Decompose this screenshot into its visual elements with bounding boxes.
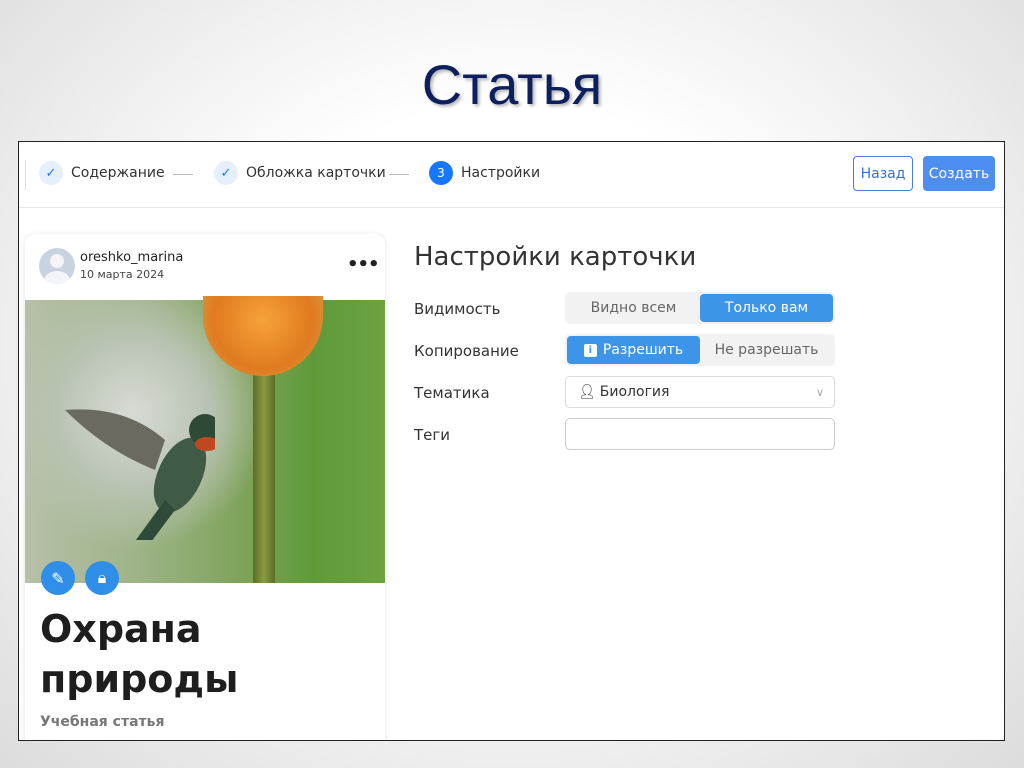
visibility-toggle: Видно всем Только вам [565,292,835,324]
copying-option-allow[interactable]: i Разрешить [567,336,700,364]
chevron-down-icon: ∨ [815,385,824,399]
step-cover[interactable]: ✓ Обложка карточки [214,161,386,185]
edit-pencil-icon[interactable]: ✎ [41,561,75,595]
topic-value: Биология [599,384,670,400]
hummingbird [65,409,215,540]
copying-label: Копирование [414,342,519,360]
more-options-icon[interactable]: ••• [347,254,380,275]
step-connector [173,174,193,175]
slide-title: Статья [421,53,603,116]
step-connector [389,174,409,175]
app-window: ✓ Содержание ✓ Обложка карточки 3 Настройки… [18,141,1005,741]
visibility-option-only-you[interactable]: Только вам [700,294,833,322]
option-label: Разрешить [602,342,684,358]
copying-option-deny[interactable]: Не разрешать [700,336,833,364]
check-icon: ✓ [39,161,63,185]
copying-toggle: i Разрешить Не разрешать [565,334,835,366]
tags-input[interactable] [565,418,835,450]
card-title-line: природы [40,657,239,701]
step-label: Содержание [71,165,165,181]
biology-icon: 👤︎ [578,384,596,400]
visibility-label: Видимость [414,300,501,318]
card-subtitle: Учебная статья [40,714,165,730]
check-icon: ✓ [214,161,238,185]
card-title: Охрана природы [40,604,238,704]
step-content[interactable]: ✓ Содержание [39,161,165,185]
flower [203,296,323,376]
lock-icon[interactable]: 🔒︎ [85,561,119,595]
tags-label: Теги [414,426,451,444]
step-label: Настройки [461,165,541,181]
visibility-option-all[interactable]: Видно всем [567,294,700,322]
article-card-preview: oreshko_marina 10 марта 2024 ••• ✎ 🔒︎ Ох… [25,234,385,740]
step-label: Обложка карточки [246,165,386,181]
cover-image [25,296,385,583]
post-date: 10 марта 2024 [80,268,165,281]
back-button[interactable]: Назад [853,156,913,191]
username: oreshko_marina [80,250,184,265]
step-settings[interactable]: 3 Настройки [429,161,540,185]
create-button[interactable]: Создать [923,156,995,191]
topic-select[interactable]: 👤︎ Биология ∨ [565,376,835,408]
step-number: 3 [429,161,453,185]
flower-stem [253,370,275,583]
settings-heading: Настройки карточки [414,242,697,272]
topic-label: Тематика [414,384,490,402]
card-title-line: Охрана [40,607,202,651]
avatar [39,248,75,284]
steps-bar: ✓ Содержание ✓ Обложка карточки 3 Настройки… [19,142,1004,208]
info-icon: i [583,343,597,357]
divider [25,160,26,190]
